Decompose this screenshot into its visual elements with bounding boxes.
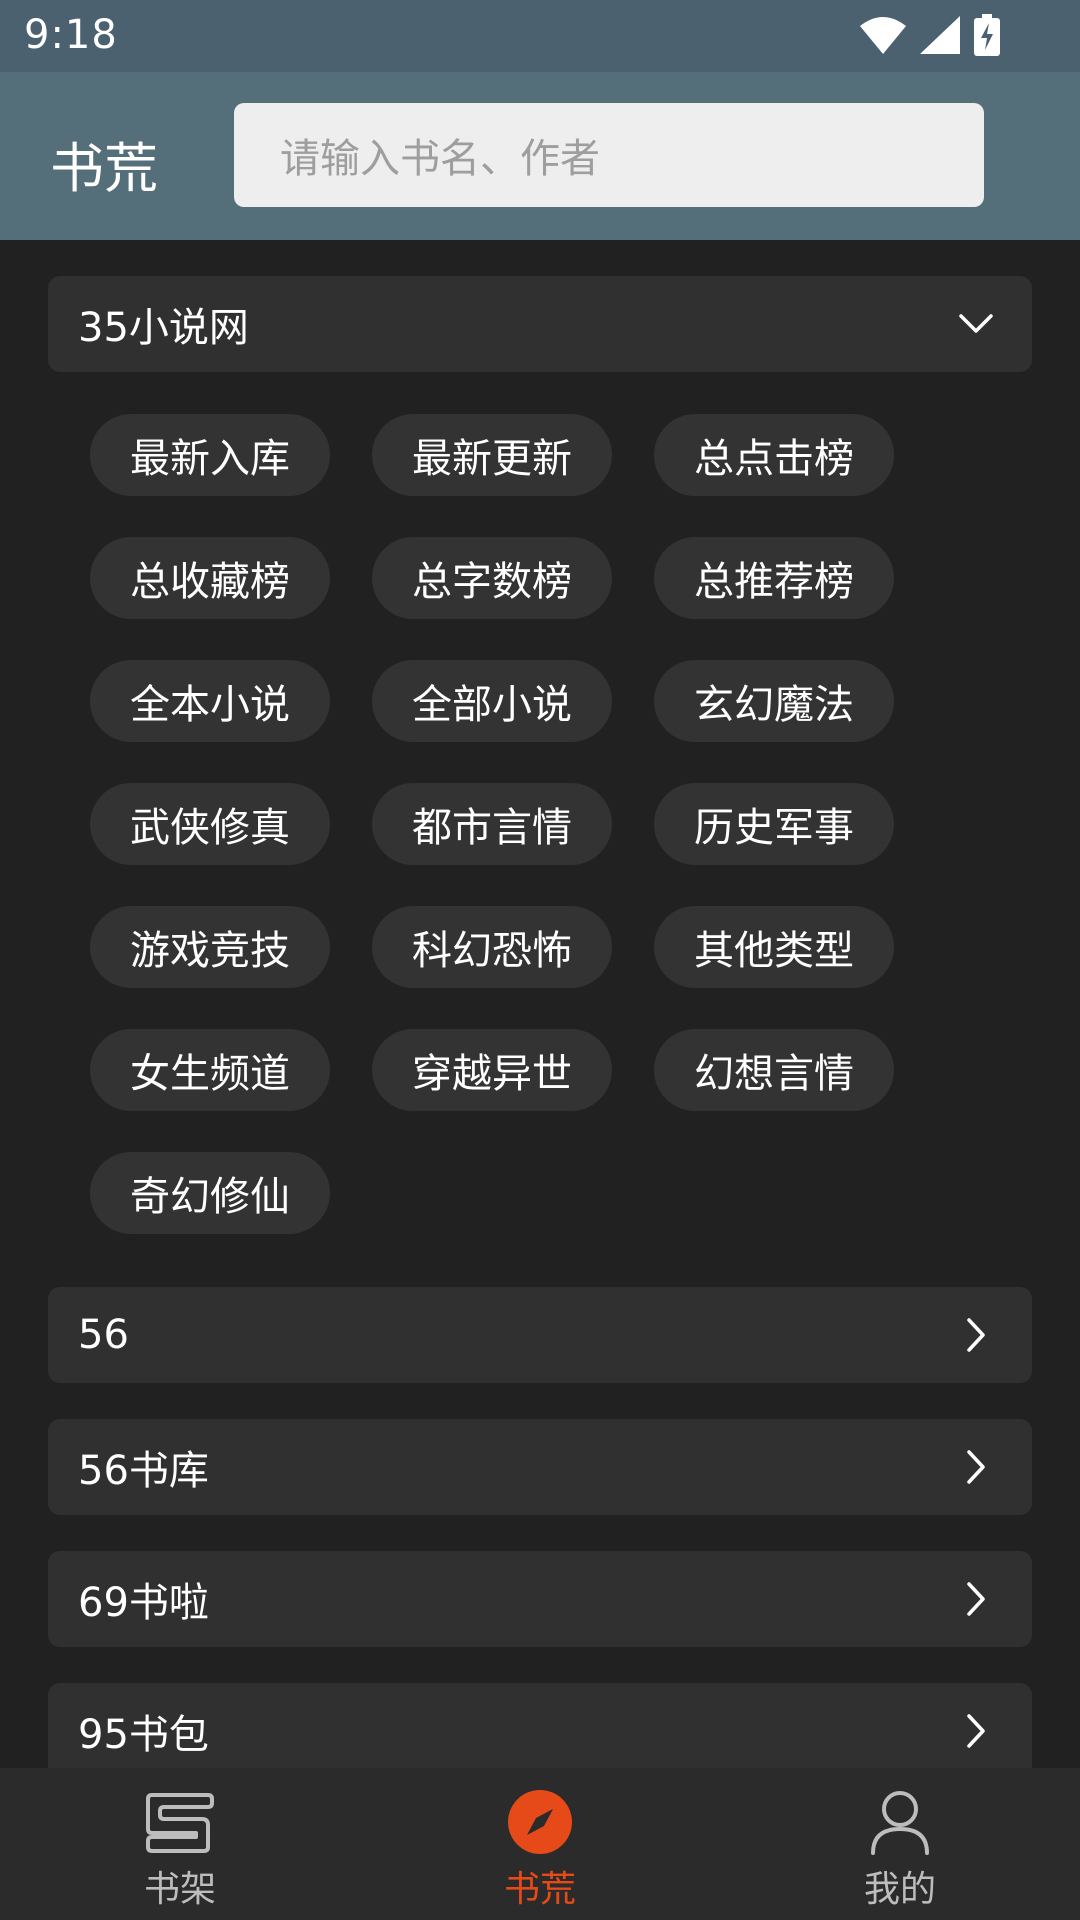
signal-icon xyxy=(920,16,960,58)
category-chip[interactable]: 科幻恐怖 xyxy=(372,906,612,988)
source-list[interactable]: 35小说网 最新入库 最新更新 总点击榜 总收藏榜 总字数榜 总推荐榜 全本小说… xyxy=(0,240,1080,1768)
category-chip[interactable]: 最新入库 xyxy=(90,414,330,496)
source-header-56shuku[interactable]: 56书库 xyxy=(48,1419,1032,1515)
status-bar: 9:18 xyxy=(0,0,1080,72)
category-chip[interactable]: 总字数榜 xyxy=(372,537,612,619)
source-header-56[interactable]: 56 xyxy=(48,1287,1032,1383)
nav-item-bookshelf[interactable]: 书架 xyxy=(0,1768,360,1920)
category-chip[interactable]: 总点击榜 xyxy=(654,414,894,496)
category-chip[interactable]: 穿越异世 xyxy=(372,1029,612,1111)
category-chip[interactable]: 最新更新 xyxy=(372,414,612,496)
compass-icon xyxy=(500,1786,580,1858)
category-chip[interactable]: 全本小说 xyxy=(90,660,330,742)
source-name: 56书库 xyxy=(78,1448,209,1494)
wifi-icon xyxy=(860,16,906,58)
battery-charging-icon xyxy=(974,14,1000,60)
source-name: 95书包 xyxy=(78,1712,209,1758)
chevron-right-icon xyxy=(956,1711,996,1751)
search-placeholder: 请输入书名、作者 xyxy=(280,136,600,182)
status-time: 9:18 xyxy=(24,12,118,58)
nav-label: 书荒 xyxy=(503,1869,576,1910)
category-chip[interactable]: 总收藏榜 xyxy=(90,537,330,619)
app-bar: 书荒 请输入书名、作者 xyxy=(0,72,1080,240)
chevron-right-icon xyxy=(956,1579,996,1619)
nav-item-discover[interactable]: 书荒 xyxy=(360,1768,720,1920)
bookshelf-icon xyxy=(140,1786,220,1858)
source-header-69shula[interactable]: 69书啦 xyxy=(48,1551,1032,1647)
category-chip[interactable]: 武侠修真 xyxy=(90,783,330,865)
chevron-down-icon xyxy=(956,304,996,344)
nav-label: 我的 xyxy=(863,1869,936,1910)
category-chip[interactable]: 奇幻修仙 xyxy=(90,1152,330,1234)
chevron-right-icon xyxy=(956,1447,996,1487)
source-name: 35小说网 xyxy=(78,305,249,351)
source-name: 56 xyxy=(78,1312,129,1358)
source-header-35xiaoshuo[interactable]: 35小说网 xyxy=(48,276,1032,372)
category-chip[interactable]: 其他类型 xyxy=(654,906,894,988)
bottom-nav: 书架 书荒 我的 xyxy=(0,1768,1080,1920)
category-chip[interactable]: 总推荐榜 xyxy=(654,537,894,619)
search-input[interactable]: 请输入书名、作者 xyxy=(234,103,984,207)
person-icon xyxy=(860,1786,940,1858)
category-chip[interactable]: 幻想言情 xyxy=(654,1029,894,1111)
page-title: 书荒 xyxy=(50,137,158,200)
source-name: 69书啦 xyxy=(78,1580,209,1626)
nav-item-mine[interactable]: 我的 xyxy=(720,1768,1080,1920)
nav-label: 书架 xyxy=(143,1869,216,1910)
source-header-95shubao[interactable]: 95书包 xyxy=(48,1683,1032,1768)
category-chip[interactable]: 都市言情 xyxy=(372,783,612,865)
category-chip[interactable]: 历史军事 xyxy=(654,783,894,865)
category-chip[interactable]: 游戏竞技 xyxy=(90,906,330,988)
category-chip[interactable]: 全部小说 xyxy=(372,660,612,742)
category-chip[interactable]: 女生频道 xyxy=(90,1029,330,1111)
category-chip[interactable]: 玄幻魔法 xyxy=(654,660,894,742)
chevron-right-icon xyxy=(956,1315,996,1355)
